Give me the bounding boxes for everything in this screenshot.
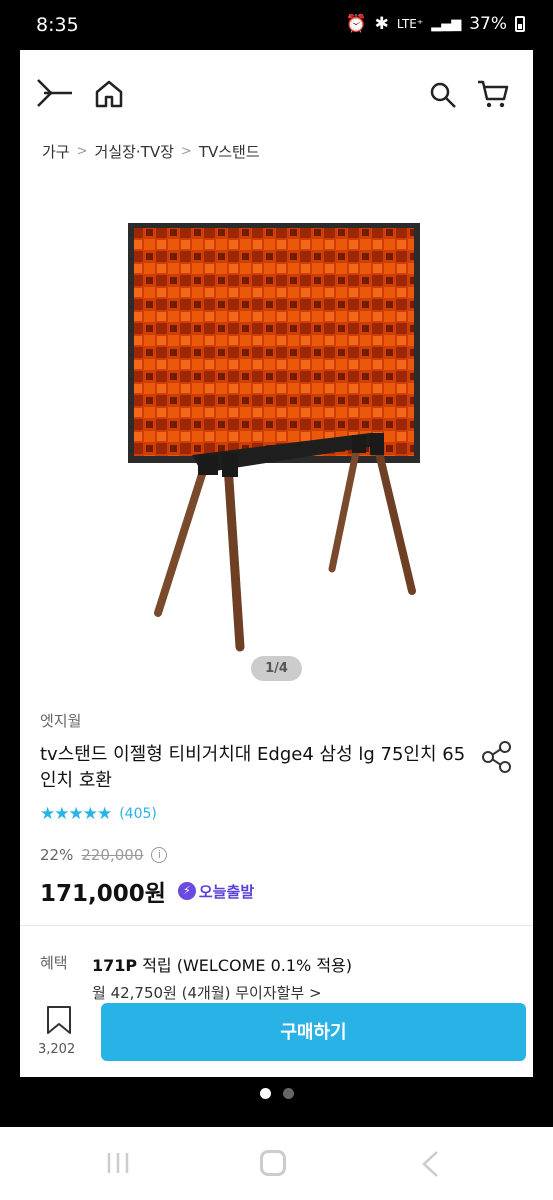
signal-icon: ▂▄▆	[431, 16, 462, 32]
gallery-indicator: 1/4	[251, 656, 302, 681]
breadcrumb-item[interactable]: TV스탠드	[199, 141, 260, 162]
page-dot[interactable]	[282, 1088, 294, 1099]
status-bar: 8:35 ⏰ ✱ LTE⁺ ▂▄▆ 37%	[0, 0, 553, 50]
cart-icon[interactable]	[476, 78, 510, 110]
product-image[interactable]	[120, 215, 430, 655]
sale-price: 171,000원	[40, 881, 166, 907]
points-text: 적립 (WELCOME 0.1% 적용)	[137, 956, 353, 975]
breadcrumb-separator: >	[180, 143, 192, 159]
rating[interactable]: ★★★★★ (405)	[40, 804, 157, 824]
page-indicator	[0, 1088, 553, 1099]
back-nav-icon[interactable]	[420, 1149, 440, 1179]
benefit-label: 혜택	[40, 954, 68, 972]
product-page: 가구 > 거실장·TV장 > TV스탠드 1/4 엣지월 tv스탠드 이젤형 티…	[20, 50, 533, 1077]
buy-button[interactable]: 구매하기	[101, 1003, 526, 1061]
delivery-badge: ⚡ 오늘출발	[177, 881, 255, 902]
home-icon[interactable]	[93, 78, 125, 110]
brand-name[interactable]: 엣지월	[40, 710, 81, 731]
divider	[20, 925, 533, 926]
breadcrumb-separator: >	[76, 143, 88, 159]
info-icon[interactable]: i	[151, 847, 168, 863]
page-dot-active[interactable]	[259, 1088, 271, 1099]
top-bar	[20, 50, 533, 140]
delivery-badge-label: 오늘출발	[198, 882, 255, 901]
breadcrumb: 가구 > 거실장·TV장 > TV스탠드	[42, 140, 260, 162]
discount-row: 22% 220,000 i	[40, 846, 168, 864]
status-icons: ⏰ ✱ LTE⁺ ▂▄▆ 37%	[345, 14, 525, 34]
system-nav-bar	[0, 1127, 553, 1200]
review-count[interactable]: (405)	[119, 806, 157, 822]
recents-icon[interactable]	[105, 1151, 131, 1175]
search-icon[interactable]	[429, 81, 457, 109]
lightning-icon: ⚡	[177, 882, 196, 900]
original-price: 220,000	[81, 846, 144, 864]
battery-icon	[515, 16, 525, 32]
wish-count: 3,202	[38, 1042, 76, 1057]
product-title: tv스탠드 이젤형 티비거치대 Edge4 삼성 lg 75인치 65인치 호환	[40, 744, 466, 791]
breadcrumb-item[interactable]: 가구	[42, 141, 70, 162]
discount-rate: 22%	[40, 846, 74, 864]
bookmark-icon[interactable]	[44, 1005, 74, 1035]
close-back-icon[interactable]	[34, 76, 74, 110]
alarm-icon: ⏰	[345, 14, 367, 34]
bluetooth-icon: ✱	[374, 14, 389, 34]
breadcrumb-item[interactable]: 거실장·TV장	[95, 141, 174, 162]
share-icon[interactable]	[481, 740, 513, 774]
points-amount: 171P	[92, 956, 138, 975]
bottom-action-bar: 3,202 구매하기	[20, 1000, 533, 1077]
benefit-points: 171P 적립 (WELCOME 0.1% 적용)	[92, 952, 352, 976]
rating-stars: ★★★★★	[40, 804, 112, 824]
status-time: 8:35	[36, 14, 79, 36]
price-row: 171,000원 ⚡ 오늘출발	[40, 874, 254, 908]
network-label: LTE⁺	[396, 17, 424, 31]
battery-label: 37%	[469, 14, 507, 34]
home-nav-icon[interactable]	[260, 1150, 286, 1176]
